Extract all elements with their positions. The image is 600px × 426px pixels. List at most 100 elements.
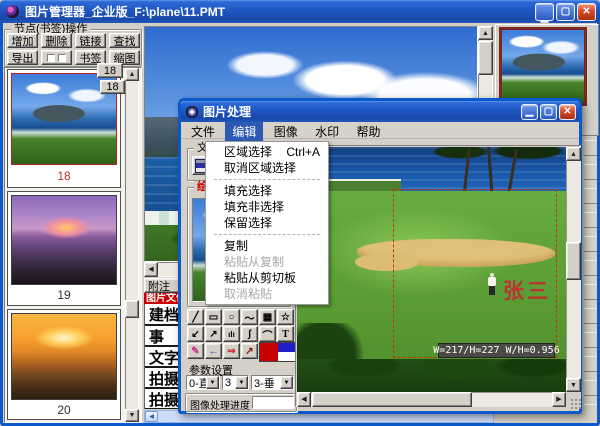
palette-cell[interactable] xyxy=(278,343,296,352)
find-button[interactable]: 查找 xyxy=(109,33,140,48)
main-window-title: 图片管理器_企业版_F:\plane\11.PMT xyxy=(25,3,225,20)
palette-cell[interactable] xyxy=(260,352,278,361)
palette-cell[interactable] xyxy=(278,352,296,361)
tool-text-button[interactable]: T xyxy=(277,326,294,342)
canvas[interactable]: 张三 W=217/H=227 W/H=0.956 xyxy=(297,147,566,392)
dialog-maximize-button[interactable]: ▢ xyxy=(540,104,557,120)
menu-separator xyxy=(214,179,320,180)
menu-file[interactable]: 文件 xyxy=(184,122,222,141)
thumbnail-card-19[interactable]: 19 xyxy=(7,191,121,306)
canvas-bushes-band xyxy=(297,359,566,392)
chevron-down-icon[interactable]: ▼ xyxy=(206,376,219,389)
main-titlebar[interactable]: 图片管理器_企业版_F:\plane\11.PMT ▁ ▢ ✕ xyxy=(0,0,600,23)
maximize-button[interactable]: ▢ xyxy=(556,3,575,21)
link-button[interactable]: 链接 xyxy=(75,33,106,48)
menu-item-fill-non-selection[interactable]: 填充非选择 xyxy=(206,199,328,215)
notes-scroll-left-icon[interactable]: ◀ xyxy=(145,411,158,422)
application-screen: 图片管理器_企业版_F:\plane\11.PMT ▁ ▢ ✕ 节点(书签)操作… xyxy=(0,0,600,426)
tool-brush-button[interactable]: ✎ xyxy=(187,343,204,359)
menu-item-paste-from-copy: 粘贴从复制 xyxy=(206,254,328,270)
tool-arrow-right-button[interactable]: ⇒ xyxy=(223,343,240,359)
add-button[interactable]: 增加 xyxy=(7,33,38,48)
selection-info-readout: W=217/H=227 W/H=0.956 xyxy=(438,343,555,358)
menu-watermark[interactable]: 水印 xyxy=(308,122,346,141)
checkbox-icon xyxy=(47,54,55,62)
app-icon xyxy=(6,5,19,18)
delete-button[interactable]: 删除 xyxy=(41,33,72,48)
dialog-menubar: 文件 编辑 图像 水印 帮助 xyxy=(181,122,579,139)
canvas-vscroll-thumb[interactable] xyxy=(566,242,581,280)
thumbnail-scrollbar[interactable] xyxy=(125,68,139,422)
menu-image[interactable]: 图像 xyxy=(267,122,305,141)
preview-image[interactable] xyxy=(499,27,587,106)
chevron-down-icon[interactable]: ▼ xyxy=(280,376,293,389)
menu-item-cancel-region[interactable]: 取消区域选择 xyxy=(206,160,328,176)
tool-arrow-left-button[interactable]: ← xyxy=(205,343,222,359)
progress-group: 图像处理进度 xyxy=(185,393,297,412)
tool-ellipse-button[interactable]: ○ xyxy=(223,309,240,325)
thumbnail-image-20[interactable] xyxy=(11,313,117,400)
progress-bar xyxy=(252,396,294,409)
thumbnail-card-20[interactable]: 20 xyxy=(7,309,121,420)
dialog-titlebar[interactable]: 图片处理 ▁ ▢ ✕ xyxy=(181,101,579,122)
line-width-value: 3 xyxy=(223,377,235,389)
resize-grip[interactable] xyxy=(570,398,581,409)
tool-curve-button[interactable]: ～ xyxy=(241,309,258,325)
main-view-vscroll-thumb[interactable] xyxy=(478,41,493,75)
color-palette[interactable] xyxy=(259,342,296,362)
canvas-scroll-left-icon[interactable]: ◀ xyxy=(297,392,311,407)
tool-line-button[interactable]: ╱ xyxy=(187,309,204,325)
menu-item-paste-from-clipboard[interactable]: 粘贴从剪切板 xyxy=(206,270,328,286)
canvas-scroll-up-icon[interactable]: ▲ xyxy=(566,147,581,161)
dialog-icon xyxy=(186,106,198,118)
shape-type-select[interactable]: 0-直线 ▼ xyxy=(186,375,220,390)
thumbnail-scroll-thumb[interactable] xyxy=(125,300,139,318)
canvas-scroll-right-icon[interactable]: ▶ xyxy=(552,392,566,407)
tool-arrow-sw-button[interactable]: ↙ xyxy=(187,326,204,342)
tool-squiggle-button[interactable]: ʃ xyxy=(241,326,258,342)
chevron-down-icon[interactable]: ▼ xyxy=(235,376,248,389)
canvas-frame: 张三 W=217/H=227 W/H=0.956 ▲ ▼ ◀ ▶ xyxy=(295,145,581,407)
thumbnail-scroll-down-icon[interactable]: ▼ xyxy=(125,409,139,422)
shape-type-value: 0-直线 xyxy=(187,375,206,390)
tool-rectangle-button[interactable]: ▭ xyxy=(205,309,222,325)
canvas-scroll-down-icon[interactable]: ▼ xyxy=(566,378,581,392)
dialog-close-button[interactable]: ✕ xyxy=(559,104,576,120)
menu-item-select-region[interactable]: 区域选择Ctrl+A xyxy=(206,144,328,160)
thumbnail-image-19[interactable] xyxy=(11,195,117,285)
main-view-scroll-left-icon[interactable]: ◀ xyxy=(144,262,158,277)
menu-item-keep-selection[interactable]: 保留选择 xyxy=(206,215,328,231)
line-width-select[interactable]: 3 ▼ xyxy=(222,375,249,390)
direction-select[interactable]: 3-垂 ▼ xyxy=(251,375,294,390)
tool-spray-button[interactable]: ılı xyxy=(223,326,240,342)
thumbnail-label-19: 19 xyxy=(8,288,120,302)
node-number-badge-bottom[interactable]: 18 xyxy=(100,80,125,94)
menu-edit[interactable]: 编辑 xyxy=(225,122,263,141)
close-button[interactable]: ✕ xyxy=(577,3,596,21)
right-button-strip[interactable] xyxy=(584,140,597,406)
bookmark-checkboxes-button[interactable] xyxy=(41,50,72,65)
main-view-scroll-up-icon[interactable]: ▲ xyxy=(478,26,493,40)
thumbnail-scroll-up-icon[interactable]: ▲ xyxy=(125,68,139,81)
export-button[interactable]: 导出 xyxy=(7,50,38,65)
minimize-button[interactable]: ▁ xyxy=(535,3,554,21)
tool-region-button[interactable]: ▦ xyxy=(259,309,276,325)
tab-notes-label: 附注 xyxy=(148,278,170,294)
tool-arc-button[interactable]: ⌒ xyxy=(259,326,276,342)
progress-label: 图像处理进度 xyxy=(190,397,250,412)
tool-star-button[interactable]: ☆ xyxy=(277,309,294,325)
thumbnail-label-20: 20 xyxy=(8,403,120,417)
dialog-minimize-button[interactable]: ▁ xyxy=(521,104,538,120)
node-number-badge-top[interactable]: 18 xyxy=(97,63,123,78)
edit-menu-dropdown: 区域选择Ctrl+A 取消区域选择 填充选择 填充非选择 保留选择 复制 粘贴从… xyxy=(205,141,329,305)
menu-item-copy[interactable]: 复制 xyxy=(206,238,328,254)
menu-help[interactable]: 帮助 xyxy=(349,122,387,141)
menu-item-fill-selection[interactable]: 填充选择 xyxy=(206,183,328,199)
canvas-hscroll-thumb[interactable] xyxy=(312,392,472,407)
selection-rectangle[interactable] xyxy=(393,189,557,358)
palette-cell[interactable] xyxy=(260,343,278,352)
dialog-title: 图片处理 xyxy=(203,103,251,120)
tool-pen-button[interactable]: ↗ xyxy=(241,343,258,359)
tool-arrow-ne-button[interactable]: ↗ xyxy=(205,326,222,342)
thumbnail-label-18: 18 xyxy=(8,169,120,183)
